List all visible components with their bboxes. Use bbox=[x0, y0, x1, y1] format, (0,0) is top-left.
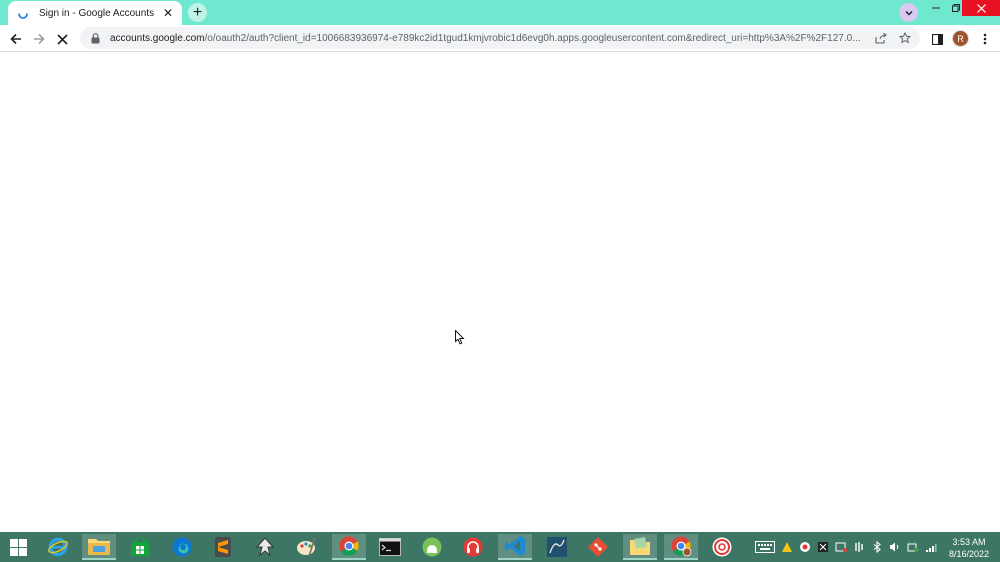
side-panel-icon[interactable] bbox=[927, 29, 947, 49]
back-arrow-icon[interactable] bbox=[6, 29, 26, 49]
cloud-sync-icon[interactable] bbox=[906, 540, 920, 554]
warning-icon[interactable] bbox=[780, 540, 794, 554]
clock[interactable]: 3:53 AM 8/16/2022 bbox=[944, 536, 994, 560]
chrome-icon[interactable] bbox=[332, 534, 366, 560]
mysql-workbench-icon[interactable] bbox=[540, 534, 574, 560]
app-tray-icon[interactable] bbox=[816, 540, 830, 554]
page-content bbox=[0, 52, 1000, 532]
url-path: /o/oauth2/auth?client_id=1006683936974-e… bbox=[204, 32, 861, 44]
clock-date: 8/16/2022 bbox=[948, 549, 990, 559]
taskbar: 3:53 AM 8/16/2022 bbox=[0, 532, 1000, 562]
url-host: accounts.google.com bbox=[110, 32, 205, 44]
terminal-icon[interactable] bbox=[373, 534, 407, 560]
system-tray bbox=[752, 532, 940, 562]
store-icon[interactable] bbox=[123, 534, 157, 560]
keyboard-icon[interactable] bbox=[754, 540, 776, 554]
forward-arrow-icon[interactable] bbox=[29, 29, 49, 49]
record-icon[interactable] bbox=[798, 540, 812, 554]
edge-icon[interactable] bbox=[165, 534, 199, 560]
clock-time: 3:53 AM bbox=[952, 537, 986, 547]
profile-avatar[interactable]: R bbox=[952, 30, 969, 47]
sublime-text-icon[interactable] bbox=[206, 534, 240, 560]
circle-app-icon[interactable] bbox=[705, 534, 739, 560]
minimize-icon[interactable] bbox=[925, 0, 947, 16]
tab-title: Sign in - Google Accounts bbox=[39, 7, 155, 19]
network-warning-icon[interactable] bbox=[834, 540, 848, 554]
star-icon[interactable] bbox=[896, 29, 914, 47]
kebab-menu-icon[interactable] bbox=[975, 29, 995, 49]
bluetooth-icon[interactable] bbox=[870, 540, 884, 554]
notes-icon[interactable] bbox=[623, 534, 657, 560]
audio-app-icon[interactable] bbox=[456, 534, 490, 560]
chevron-down-icon[interactable] bbox=[899, 3, 918, 22]
lock-icon[interactable] bbox=[88, 31, 102, 45]
share-icon[interactable] bbox=[872, 29, 890, 47]
tab-strip: Sign in - Google Accounts ✕ + bbox=[0, 0, 1000, 25]
vscode-icon[interactable] bbox=[498, 534, 532, 560]
tab-sign-in[interactable]: Sign in - Google Accounts ✕ bbox=[8, 1, 182, 25]
paint-icon[interactable] bbox=[289, 534, 323, 560]
stop-loading-icon[interactable] bbox=[52, 29, 72, 49]
internet-explorer-icon[interactable] bbox=[41, 534, 75, 560]
mouse-cursor-icon bbox=[455, 330, 465, 345]
chrome-profile-icon[interactable] bbox=[664, 534, 698, 560]
url-text[interactable]: accounts.google.com/o/oauth2/auth?client… bbox=[110, 33, 872, 44]
window-close-icon[interactable] bbox=[962, 0, 1000, 16]
volume-icon[interactable] bbox=[888, 540, 902, 554]
windows-start-icon[interactable] bbox=[0, 532, 36, 562]
address-bar[interactable]: accounts.google.com/o/oauth2/auth?client… bbox=[80, 27, 920, 49]
browser-toolbar: accounts.google.com/o/oauth2/auth?client… bbox=[0, 25, 1000, 52]
inkscape-icon[interactable] bbox=[248, 534, 282, 560]
android-studio-icon[interactable] bbox=[415, 534, 449, 560]
spinner-icon bbox=[18, 13, 28, 19]
close-icon[interactable]: ✕ bbox=[160, 5, 176, 21]
file-explorer-icon[interactable] bbox=[82, 534, 116, 560]
usb-icon[interactable] bbox=[852, 540, 866, 554]
plus-icon[interactable]: + bbox=[188, 3, 207, 22]
git-icon[interactable] bbox=[581, 534, 615, 560]
wifi-signal-icon[interactable] bbox=[924, 540, 938, 554]
